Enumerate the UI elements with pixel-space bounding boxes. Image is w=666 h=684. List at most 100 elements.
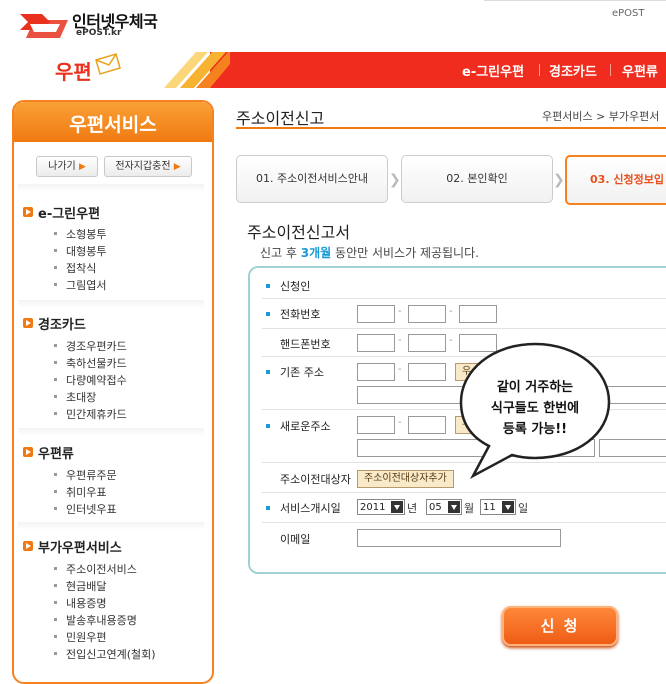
old-zip-part2-input[interactable] (408, 363, 446, 381)
month-unit: 월 (464, 502, 475, 515)
sidebar-category-greeting-card[interactable]: 경조카드 (38, 314, 86, 333)
sidebar-title: 우편서비스 (69, 114, 157, 136)
step-1-service-guide: 01. 주소이전서비스안내 (236, 155, 388, 203)
notice-period: 3개월 (300, 246, 332, 260)
sidebar-item-address-transfer[interactable]: 주소이전서비스 (66, 561, 137, 577)
bubble-line-3: 등록 가능!! (502, 422, 568, 437)
row-divider (262, 298, 666, 299)
breadcrumb[interactable]: 우편서비스 > 부가우편서 (542, 108, 659, 124)
sidebar-item-post-certification[interactable]: 발송후내용증명 (66, 612, 137, 628)
day-select[interactable]: 11 (480, 499, 516, 515)
sidebar-item-large-envelope[interactable]: 대형봉투 (66, 243, 106, 259)
submit-button[interactable]: 신 청 (502, 606, 618, 646)
bullet-icon (54, 507, 57, 510)
sidebar-item-greeting-mail-card[interactable]: 경조우편카드 (66, 338, 127, 354)
year-select[interactable]: 2011 (357, 499, 405, 515)
email-label: 이메일 (280, 533, 311, 546)
epost-logo-icon[interactable] (20, 12, 68, 40)
epost-link[interactable]: ePOST (612, 8, 645, 19)
bullet-icon (54, 618, 57, 621)
month-select[interactable]: 05 (426, 499, 462, 515)
nav-separator (539, 64, 540, 76)
phone-part3-input[interactable] (459, 305, 497, 323)
envelope-icon (95, 53, 121, 75)
top-divider (484, 0, 666, 1)
dash-separator: - (449, 335, 453, 346)
bubble-line-2: 식구들도 한번에 (490, 401, 580, 416)
applicant-label: 신청인 (280, 280, 311, 293)
sidebar-item-adhesive[interactable]: 접착식 (66, 260, 96, 276)
form-notice: 신고 후 3개월 동안만 서비스가 제공됩니다. (260, 244, 479, 261)
dash-separator: - (449, 306, 453, 317)
nav-item-greeting-card[interactable]: 경조카드 (549, 61, 597, 80)
sidebar-item-invitation[interactable]: 초대장 (66, 389, 96, 405)
add-transfer-target-button[interactable]: 주소이전대상자추가 (357, 470, 454, 488)
sidebar-item-internet-stamps[interactable]: 인터넷우표 (66, 501, 117, 517)
category-arrow-icon (23, 447, 33, 457)
sidebar-item-bulk-reservation[interactable]: 다량예약접수 (66, 372, 127, 388)
sidebar-item-hobby-stamps[interactable]: 취미우표 (66, 484, 106, 500)
sidebar-item-partner-card[interactable]: 민간제휴카드 (66, 406, 127, 422)
sidebar-item-move-in-report[interactable]: 전입신고연계(철회) (66, 646, 156, 662)
new-zip-part2-input[interactable] (408, 416, 446, 434)
required-marker-icon (266, 370, 270, 374)
sidebar-item-civil-mail[interactable]: 민원우편 (66, 629, 106, 645)
day-value: 11 (483, 502, 496, 513)
row-divider (262, 522, 666, 523)
category-arrow-icon (23, 541, 33, 551)
bubble-line-1: 같이 거주하는 (496, 380, 574, 395)
year-unit: 년 (407, 502, 418, 515)
sidebar-item-gift-card[interactable]: 축하선물카드 (66, 355, 127, 371)
bullet-icon (54, 395, 57, 398)
nav-logo[interactable]: 우편 (55, 56, 92, 85)
bullet-icon (54, 601, 57, 604)
sidebar-divider (18, 184, 204, 192)
day-unit: 일 (518, 502, 529, 515)
sidebar-item-small-envelope[interactable]: 소형봉투 (66, 226, 106, 242)
notice-suffix: 동안만 서비스가 제공됩니다. (335, 246, 479, 260)
bullet-icon (54, 412, 57, 415)
mobile-part1-input[interactable] (357, 334, 395, 352)
sidebar-category-stamps[interactable]: 우편류 (38, 443, 74, 462)
step-2-identity-check: 02. 본인확인 (401, 155, 553, 203)
title-underline (236, 127, 666, 129)
bullet-icon (54, 283, 57, 286)
bullet-icon (54, 584, 57, 587)
nav-separator (610, 64, 611, 76)
nav-item-green-mail[interactable]: e-그린우편 (462, 61, 524, 80)
exit-button-label: 나가기 (48, 161, 76, 172)
sidebar-item-postcard[interactable]: 그림엽서 (66, 277, 106, 293)
exit-button[interactable]: 나가기 ▶ (36, 156, 98, 177)
bullet-icon (54, 232, 57, 235)
new-zip-part1-input[interactable] (357, 416, 395, 434)
bullet-icon (54, 361, 57, 364)
dash-separator: - (398, 364, 402, 375)
wallet-charge-button[interactable]: 전자지갑충전 ▶ (104, 156, 192, 177)
phone-part1-input[interactable] (357, 305, 395, 323)
sidebar-divider (18, 428, 204, 436)
phone-part2-input[interactable] (408, 305, 446, 323)
row-divider (262, 492, 666, 493)
dropdown-arrow-icon (448, 501, 460, 513)
sidebar-item-cash-delivery[interactable]: 현금배달 (66, 578, 106, 594)
dropdown-arrow-icon (391, 501, 403, 513)
sidebar-divider (18, 300, 204, 308)
mobile-part2-input[interactable] (408, 334, 446, 352)
sidebar-item-content-certification[interactable]: 내용증명 (66, 595, 106, 611)
row-divider (262, 328, 666, 329)
dropdown-arrow-icon (502, 501, 514, 513)
step-arrow-icon: ❯ (389, 172, 401, 188)
sidebar-category-green-mail[interactable]: e-그린우편 (38, 203, 100, 222)
old-zip-part1-input[interactable] (357, 363, 395, 381)
nav-item-stamps[interactable]: 우편류 (622, 61, 658, 80)
required-marker-icon (266, 284, 270, 288)
bullet-icon (54, 567, 57, 570)
sidebar-item-stamp-order[interactable]: 우편류주문 (66, 467, 117, 483)
bullet-icon (54, 249, 57, 252)
bullet-icon (54, 344, 57, 347)
email-input[interactable] (357, 529, 561, 547)
step-arrow-icon: ❯ (553, 172, 565, 188)
sidebar-category-extra-services[interactable]: 부가우편서비스 (38, 537, 122, 556)
dash-separator: - (398, 417, 402, 428)
required-marker-icon (266, 424, 270, 428)
